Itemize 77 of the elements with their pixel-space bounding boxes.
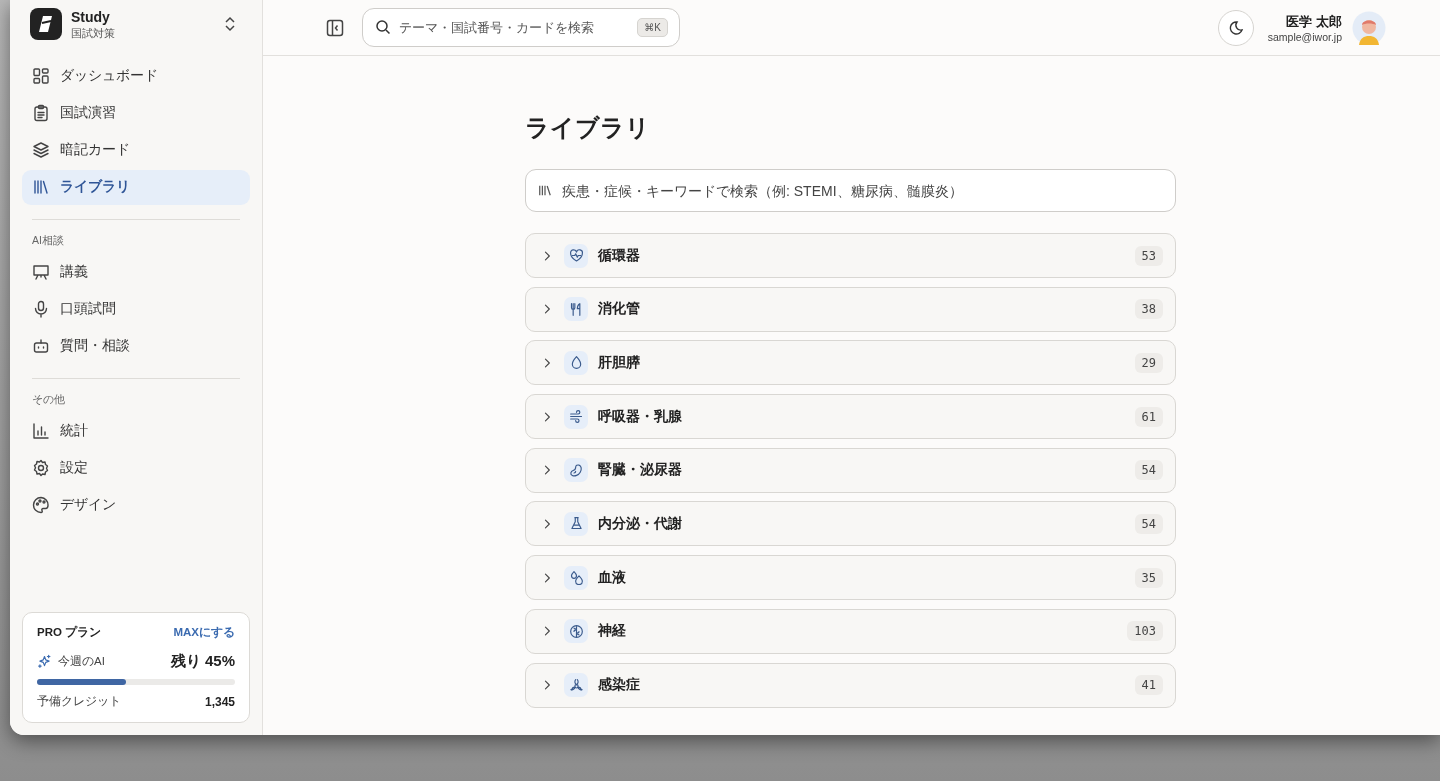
library-icon xyxy=(538,183,552,197)
count-badge: 29 xyxy=(1134,352,1163,373)
library-icon xyxy=(32,178,50,197)
app-name: Study xyxy=(71,8,111,26)
count-badge: 103 xyxy=(1127,621,1163,642)
microphone-icon xyxy=(32,300,50,318)
count-badge: 53 xyxy=(1134,245,1163,266)
bar-chart-icon xyxy=(32,421,50,440)
upgrade-link[interactable]: MAXにする xyxy=(173,625,235,640)
utensils-tile-icon xyxy=(564,297,588,322)
nav-item[interactable]: ダッシュボード xyxy=(22,58,250,93)
wind-tile-icon xyxy=(564,404,588,429)
count-badge: 35 xyxy=(1134,567,1163,588)
category-name: 腎臓・泌尿器 xyxy=(598,461,683,480)
credit-label: 予備クレジット xyxy=(37,693,121,710)
flask-tile-icon xyxy=(564,511,588,536)
chevron-up-down-icon[interactable] xyxy=(224,16,236,32)
moon-icon xyxy=(1227,19,1244,36)
heart-pulse-tile-icon xyxy=(564,243,588,268)
user-email: sample@iwor.jp xyxy=(1267,30,1342,43)
category-name: 感染症 xyxy=(598,676,641,694)
droplet-tile-icon xyxy=(564,350,588,375)
nav-item[interactable]: 統計 xyxy=(22,413,250,449)
category-row[interactable]: 腎臓・泌尿器 54 xyxy=(525,447,1176,493)
category-name: 肝胆膵 xyxy=(598,353,641,372)
category-row[interactable]: 循環器 53 xyxy=(525,233,1176,278)
page-title: ライブラリ xyxy=(525,113,651,143)
section-heading: AI相談 xyxy=(31,234,65,249)
sidebar-toggle-icon[interactable] xyxy=(326,18,344,37)
credit-value: 1,345 xyxy=(204,694,235,709)
count-badge: 38 xyxy=(1134,299,1163,320)
category-name: 血液 xyxy=(598,568,627,587)
count-badge: 61 xyxy=(1134,406,1163,427)
category-name: 神経 xyxy=(598,622,627,641)
shortcut-hint: ⌘K xyxy=(637,18,668,37)
presentation-icon xyxy=(32,262,50,281)
user-name: 医学 太郎 xyxy=(1285,12,1342,31)
theme-toggle-button[interactable] xyxy=(1217,9,1254,46)
plan-name: PRO プラン xyxy=(37,625,102,640)
category-row[interactable]: 呼吸器・乳腺 61 xyxy=(525,394,1176,440)
search-icon xyxy=(375,19,391,35)
count-badge: 54 xyxy=(1134,513,1163,534)
clipboard-icon xyxy=(32,103,50,122)
category-name: 循環器 xyxy=(598,246,641,265)
nav-item[interactable]: デザイン xyxy=(22,487,250,523)
droplets-tile-icon xyxy=(564,565,588,590)
palette-icon xyxy=(32,496,50,515)
grid-icon xyxy=(32,66,50,85)
nav-item[interactable]: ライブラリ xyxy=(22,169,250,205)
nav-item[interactable]: 設定 xyxy=(22,450,250,486)
nav-item[interactable]: 国試演習 xyxy=(22,95,250,131)
nav-item[interactable]: 暗記カード xyxy=(22,132,250,168)
usage-label: 今週のAI xyxy=(58,654,105,669)
nav-item[interactable]: 質問・相談 xyxy=(22,328,250,364)
category-row[interactable]: 血液 35 xyxy=(525,555,1176,601)
bean-tile-icon xyxy=(564,458,588,483)
sparkles-icon xyxy=(37,654,52,669)
category-name: 内分泌・代謝 xyxy=(598,514,683,533)
nav-item[interactable]: 口頭試問 xyxy=(22,291,250,327)
usage-reading: 残り 45% xyxy=(170,652,235,671)
category-row[interactable]: 消化管 38 xyxy=(525,286,1176,332)
settings-icon xyxy=(32,458,50,477)
category-row[interactable]: 感染症 41 xyxy=(525,662,1176,708)
category-row[interactable]: 肝胆膵 29 xyxy=(525,340,1176,386)
nav-item[interactable]: 講義 xyxy=(22,254,250,290)
category-name: 呼吸器・乳腺 xyxy=(598,407,683,426)
category-row[interactable]: 神経 103 xyxy=(525,608,1176,654)
robot-icon xyxy=(32,337,50,356)
count-badge: 54 xyxy=(1134,460,1163,481)
category-row[interactable]: 内分泌・代謝 54 xyxy=(525,501,1176,547)
count-badge: 41 xyxy=(1134,675,1163,695)
search-field[interactable]: 疾患・症候・キーワードで検索（例: STEMI、糖尿病、髄膜炎） xyxy=(525,169,1176,212)
category-name: 消化管 xyxy=(598,300,641,319)
layers-icon xyxy=(32,141,50,160)
logo-icon xyxy=(30,8,62,40)
app-subtitle: 国試対策 xyxy=(71,25,116,40)
section-heading: その他 xyxy=(31,393,66,408)
